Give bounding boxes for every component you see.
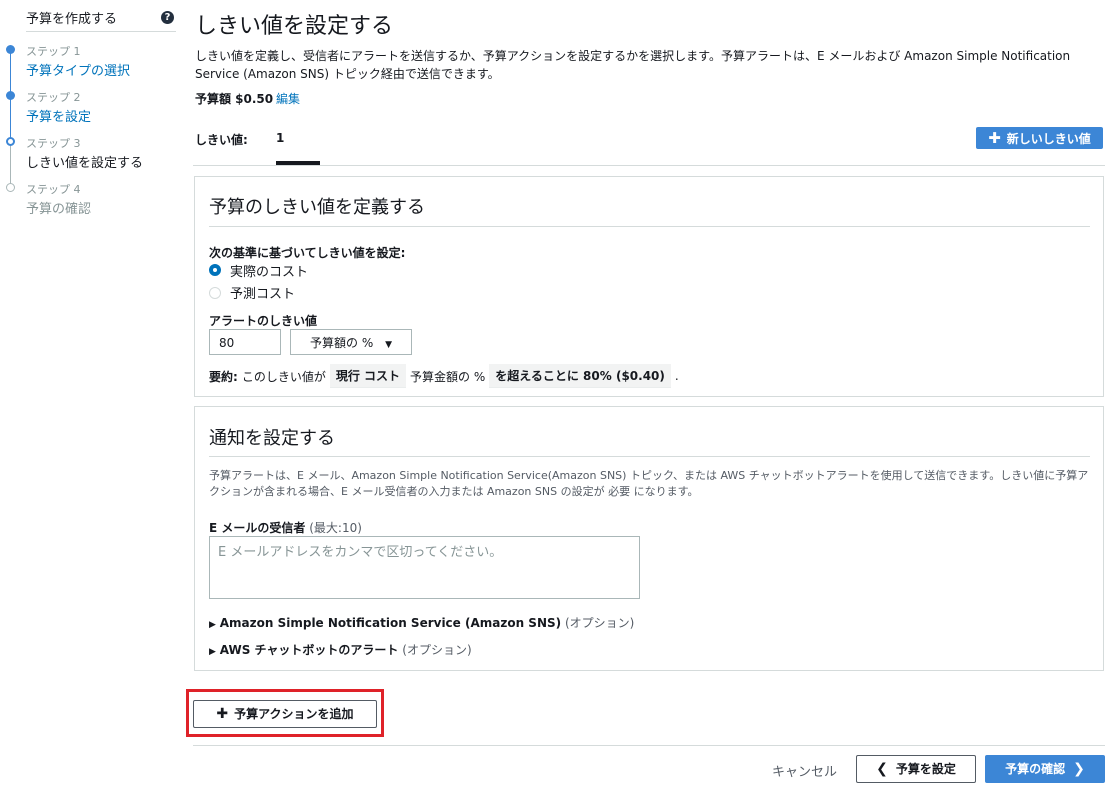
- radio-actual-cost-label[interactable]: 実際のコスト: [230, 261, 308, 280]
- chatbot-label: AWS チャットボットのアラート: [219, 643, 399, 657]
- plus-icon: ✚: [988, 129, 1001, 147]
- tabs-divider: [193, 165, 1105, 166]
- radio-actual-cost[interactable]: [209, 264, 221, 276]
- email-recipients-title: E メールの受信者: [209, 521, 306, 535]
- summary-text-1: このしきい値が: [241, 369, 326, 384]
- step-4-dot: [6, 183, 15, 192]
- step-3-caption: ステップ 3: [26, 137, 81, 150]
- caret-right-icon: ▶: [209, 647, 216, 657]
- step-2-link[interactable]: 予算を設定: [26, 106, 91, 125]
- previous-label: 予算を設定: [895, 762, 956, 776]
- panel-divider: [209, 226, 1090, 227]
- next-label: 予算の確認: [1005, 762, 1066, 776]
- page-title: しきい値を設定する: [195, 14, 394, 39]
- add-budget-action-button[interactable]: ✚ 予算アクションを追加: [193, 700, 377, 728]
- tab-threshold-1[interactable]: 1: [276, 131, 284, 145]
- summary-threshold-amount: を超えることに 80% ($0.40): [489, 364, 671, 388]
- step-4-label: 予算の確認: [26, 202, 92, 217]
- step-1-dot: [6, 45, 15, 54]
- add-budget-action-label: 予算アクションを追加: [234, 707, 354, 721]
- caret-right-icon: ▶: [209, 620, 216, 630]
- footer-divider: [193, 745, 1105, 746]
- help-icon[interactable]: ?: [161, 11, 174, 24]
- radio-forecast-cost-label[interactable]: 予測コスト: [230, 283, 295, 302]
- page-description: しきい値を定義し、受信者にアラートを送信するか、予算アクションを設定するかを選択…: [195, 49, 1071, 81]
- sns-hint: (オプション): [564, 616, 635, 630]
- notification-description: 予算アラートは、E メール、Amazon Simple Notification…: [209, 469, 1089, 498]
- step-3-label: しきい値を設定する: [26, 156, 144, 171]
- chevron-left-icon: ❮: [876, 761, 888, 777]
- step-4-caption: ステップ 4: [26, 183, 81, 196]
- chevron-right-icon: ❯: [1073, 761, 1085, 777]
- alert-threshold-label: アラートのしきい値: [209, 314, 318, 328]
- sns-expander[interactable]: ▶ Amazon Simple Notification Service (Am…: [209, 614, 634, 631]
- radio-forecast-cost[interactable]: [209, 287, 221, 299]
- wizard-title: 予算を作成する: [26, 12, 118, 27]
- divider: [26, 31, 176, 32]
- progress-rail-todo: [10, 142, 11, 188]
- step-2-dot: [6, 91, 15, 100]
- threshold-summary: 要約: このしきい値が 現行 コスト 予算金額の % を超えることに 80% (…: [209, 363, 679, 389]
- plus-icon: ✚: [216, 706, 229, 722]
- step-1-link[interactable]: 予算タイプの選択: [26, 60, 130, 79]
- new-threshold-button[interactable]: ✚ 新しいしきい値: [976, 127, 1103, 149]
- sns-label: Amazon Simple Notification Service (Amaz…: [219, 616, 562, 630]
- new-threshold-label: 新しいしきい値: [1006, 132, 1091, 146]
- threshold-panel-title: 予算のしきい値を定義する: [209, 197, 425, 218]
- threshold-unit-select[interactable]: 予算額の % ▼: [290, 329, 412, 355]
- panel-divider: [209, 456, 1090, 457]
- caret-down-icon: ▼: [385, 340, 392, 350]
- summary-cost-type: 現行 コスト: [329, 364, 407, 388]
- email-recipients-label: E メールの受信者 (最大:10): [209, 519, 362, 536]
- summary-end: .: [674, 369, 679, 383]
- cancel-button[interactable]: キャンセル: [772, 761, 837, 780]
- summary-text-2: 予算金額の %: [410, 369, 486, 384]
- email-recipients-input[interactable]: E メールアドレスをカンマで区切ってください。: [209, 536, 640, 599]
- edit-link[interactable]: 編集: [276, 90, 300, 107]
- chatbot-hint: (オプション): [402, 643, 472, 657]
- summary-prefix: 要約:: [209, 369, 238, 384]
- threshold-tabs-label: しきい値:: [195, 133, 248, 147]
- threshold-basis-label: 次の基準に基づいてしきい値を設定:: [209, 246, 406, 260]
- email-recipients-hint: (最大:10): [309, 521, 362, 535]
- chatbot-expander[interactable]: ▶ AWS チャットボットのアラート (オプション): [209, 641, 472, 658]
- step-2-caption: ステップ 2: [26, 91, 81, 104]
- threshold-value-input[interactable]: 80: [209, 329, 281, 355]
- notification-panel-title: 通知を設定する: [209, 428, 335, 449]
- step-1-caption: ステップ 1: [26, 45, 81, 58]
- previous-button[interactable]: ❮ 予算を設定: [856, 755, 976, 783]
- step-3-dot: [6, 137, 15, 146]
- threshold-unit-value: 予算額の %: [310, 336, 374, 350]
- next-button[interactable]: 予算の確認 ❯: [985, 755, 1105, 783]
- budget-amount: 予算額 $0.50: [195, 92, 274, 106]
